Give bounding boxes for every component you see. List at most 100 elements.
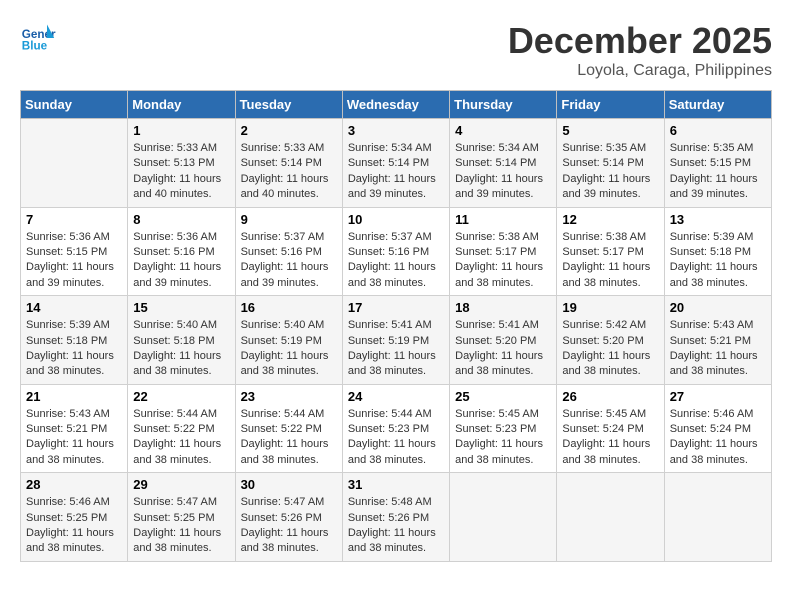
calendar-cell: 31 Sunrise: 5:48 AM Sunset: 5:26 PM Dayli… bbox=[342, 473, 449, 562]
day-info: Sunrise: 5:37 AM Sunset: 5:16 PM Dayligh… bbox=[241, 230, 337, 292]
day-info: Sunrise: 5:38 AM Sunset: 5:17 PM Dayligh… bbox=[455, 230, 551, 292]
weekday-header: Sunday bbox=[21, 91, 128, 119]
weekday-header: Thursday bbox=[450, 91, 557, 119]
day-number: 3 bbox=[348, 123, 444, 138]
calendar-body: 1Sunrise: 5:33 AM Sunset: 5:13 PM Daylig… bbox=[21, 119, 772, 562]
title-area: December 2025 Loyola, Caraga, Philippine… bbox=[508, 20, 772, 80]
calendar-week-row: 14 Sunrise: 5:39 AM Sunset: 5:18 PM Dayli… bbox=[21, 296, 772, 385]
calendar-cell: 25 Sunrise: 5:45 AM Sunset: 5:23 PM Dayli… bbox=[450, 384, 557, 473]
calendar-cell: 3 Sunrise: 5:34 AM Sunset: 5:14 PM Daylig… bbox=[342, 119, 449, 208]
day-number: 2 bbox=[241, 123, 337, 138]
day-number: 14 bbox=[26, 300, 122, 315]
calendar-cell: 17Sunrise: 5:41 AM Sunset: 5:19 PM Dayli… bbox=[342, 296, 449, 385]
weekday-header: Saturday bbox=[664, 91, 771, 119]
day-info: Sunrise: 5:43 AM Sunset: 5:21 PM Dayligh… bbox=[26, 407, 122, 469]
calendar-week-row: 7 Sunrise: 5:36 AM Sunset: 5:15 PM Daylig… bbox=[21, 207, 772, 296]
calendar-cell: 24Sunrise: 5:44 AM Sunset: 5:23 PM Dayli… bbox=[342, 384, 449, 473]
day-number: 29 bbox=[133, 477, 229, 492]
day-number: 30 bbox=[241, 477, 337, 492]
calendar-cell: 19 Sunrise: 5:42 AM Sunset: 5:20 PM Dayli… bbox=[557, 296, 664, 385]
calendar-cell: 4 Sunrise: 5:34 AM Sunset: 5:14 PM Daylig… bbox=[450, 119, 557, 208]
day-number: 11 bbox=[455, 212, 551, 227]
calendar-cell: 21 Sunrise: 5:43 AM Sunset: 5:21 PM Dayli… bbox=[21, 384, 128, 473]
calendar-week-row: 28 Sunrise: 5:46 AM Sunset: 5:25 PM Dayli… bbox=[21, 473, 772, 562]
day-number: 20 bbox=[670, 300, 766, 315]
day-info: Sunrise: 5:39 AM Sunset: 5:18 PM Dayligh… bbox=[26, 318, 122, 380]
day-info: Sunrise: 5:44 AM Sunset: 5:22 PM Dayligh… bbox=[133, 407, 229, 469]
day-info: Sunrise: 5:42 AM Sunset: 5:20 PM Dayligh… bbox=[562, 318, 658, 380]
header: General Blue December 2025 Loyola, Carag… bbox=[20, 20, 772, 80]
calendar-header: SundayMondayTuesdayWednesdayThursdayFrid… bbox=[21, 91, 772, 119]
day-info: Sunrise: 5:45 AM Sunset: 5:24 PM Dayligh… bbox=[562, 407, 658, 469]
day-info: Sunrise: 5:47 AM Sunset: 5:25 PM Dayligh… bbox=[133, 495, 229, 557]
calendar-cell: 14 Sunrise: 5:39 AM Sunset: 5:18 PM Dayli… bbox=[21, 296, 128, 385]
weekday-header: Wednesday bbox=[342, 91, 449, 119]
day-number: 25 bbox=[455, 389, 551, 404]
day-info: Sunrise: 5:44 AM Sunset: 5:23 PM Dayligh… bbox=[348, 407, 444, 469]
day-info: Sunrise: 5:46 AM Sunset: 5:25 PM Dayligh… bbox=[26, 495, 122, 557]
day-info: Sunrise: 5:41 AM Sunset: 5:20 PM Dayligh… bbox=[455, 318, 551, 380]
month-title: December 2025 bbox=[508, 20, 772, 62]
calendar-cell: 8 Sunrise: 5:36 AM Sunset: 5:16 PM Daylig… bbox=[128, 207, 235, 296]
day-info: Sunrise: 5:38 AM Sunset: 5:17 PM Dayligh… bbox=[562, 230, 658, 292]
day-info: Sunrise: 5:39 AM Sunset: 5:18 PM Dayligh… bbox=[670, 230, 766, 292]
day-number: 10 bbox=[348, 212, 444, 227]
day-info: Sunrise: 5:36 AM Sunset: 5:15 PM Dayligh… bbox=[26, 230, 122, 292]
day-number: 16 bbox=[241, 300, 337, 315]
calendar-cell: 27Sunrise: 5:46 AM Sunset: 5:24 PM Dayli… bbox=[664, 384, 771, 473]
day-info: Sunrise: 5:34 AM Sunset: 5:14 PM Dayligh… bbox=[348, 141, 444, 203]
day-number: 13 bbox=[670, 212, 766, 227]
day-number: 6 bbox=[670, 123, 766, 138]
day-number: 4 bbox=[455, 123, 551, 138]
calendar-cell: 29 Sunrise: 5:47 AM Sunset: 5:25 PM Dayli… bbox=[128, 473, 235, 562]
day-info: Sunrise: 5:47 AM Sunset: 5:26 PM Dayligh… bbox=[241, 495, 337, 557]
calendar-cell: 16 Sunrise: 5:40 AM Sunset: 5:19 PM Dayli… bbox=[235, 296, 342, 385]
day-info: Sunrise: 5:35 AM Sunset: 5:15 PM Dayligh… bbox=[670, 141, 766, 203]
day-info: Sunrise: 5:35 AM Sunset: 5:14 PM Dayligh… bbox=[562, 141, 658, 203]
day-info: Sunrise: 5:34 AM Sunset: 5:14 PM Dayligh… bbox=[455, 141, 551, 203]
calendar-cell: 15Sunrise: 5:40 AM Sunset: 5:18 PM Dayli… bbox=[128, 296, 235, 385]
day-info: Sunrise: 5:41 AM Sunset: 5:19 PM Dayligh… bbox=[348, 318, 444, 380]
day-number: 12 bbox=[562, 212, 658, 227]
day-info: Sunrise: 5:45 AM Sunset: 5:23 PM Dayligh… bbox=[455, 407, 551, 469]
calendar-cell: 28 Sunrise: 5:46 AM Sunset: 5:25 PM Dayli… bbox=[21, 473, 128, 562]
calendar-cell: 6 Sunrise: 5:35 AM Sunset: 5:15 PM Daylig… bbox=[664, 119, 771, 208]
calendar-cell: 30 Sunrise: 5:47 AM Sunset: 5:26 PM Dayli… bbox=[235, 473, 342, 562]
day-info: Sunrise: 5:44 AM Sunset: 5:22 PM Dayligh… bbox=[241, 407, 337, 469]
calendar-cell bbox=[21, 119, 128, 208]
calendar-cell: 26 Sunrise: 5:45 AM Sunset: 5:24 PM Dayli… bbox=[557, 384, 664, 473]
day-info: Sunrise: 5:36 AM Sunset: 5:16 PM Dayligh… bbox=[133, 230, 229, 292]
day-info: Sunrise: 5:43 AM Sunset: 5:21 PM Dayligh… bbox=[670, 318, 766, 380]
logo-icon: General Blue bbox=[20, 20, 56, 56]
logo: General Blue bbox=[20, 20, 56, 56]
day-number: 31 bbox=[348, 477, 444, 492]
day-info: Sunrise: 5:40 AM Sunset: 5:18 PM Dayligh… bbox=[133, 318, 229, 380]
calendar-week-row: 1Sunrise: 5:33 AM Sunset: 5:13 PM Daylig… bbox=[21, 119, 772, 208]
calendar-cell: 13 Sunrise: 5:39 AM Sunset: 5:18 PM Dayli… bbox=[664, 207, 771, 296]
day-number: 8 bbox=[133, 212, 229, 227]
calendar-cell: 18Sunrise: 5:41 AM Sunset: 5:20 PM Dayli… bbox=[450, 296, 557, 385]
location: Loyola, Caraga, Philippines bbox=[508, 62, 772, 80]
day-number: 21 bbox=[26, 389, 122, 404]
day-number: 28 bbox=[26, 477, 122, 492]
day-info: Sunrise: 5:33 AM Sunset: 5:13 PM Dayligh… bbox=[133, 141, 229, 203]
day-number: 5 bbox=[562, 123, 658, 138]
day-number: 23 bbox=[241, 389, 337, 404]
day-number: 7 bbox=[26, 212, 122, 227]
calendar-cell: 1Sunrise: 5:33 AM Sunset: 5:13 PM Daylig… bbox=[128, 119, 235, 208]
day-number: 26 bbox=[562, 389, 658, 404]
day-number: 19 bbox=[562, 300, 658, 315]
calendar-cell: 12 Sunrise: 5:38 AM Sunset: 5:17 PM Dayli… bbox=[557, 207, 664, 296]
weekday-header: Monday bbox=[128, 91, 235, 119]
svg-text:Blue: Blue bbox=[22, 40, 48, 53]
weekday-header: Friday bbox=[557, 91, 664, 119]
day-number: 9 bbox=[241, 212, 337, 227]
day-number: 22 bbox=[133, 389, 229, 404]
day-info: Sunrise: 5:46 AM Sunset: 5:24 PM Dayligh… bbox=[670, 407, 766, 469]
day-info: Sunrise: 5:48 AM Sunset: 5:26 PM Dayligh… bbox=[348, 495, 444, 557]
calendar-cell: 5 Sunrise: 5:35 AM Sunset: 5:14 PM Daylig… bbox=[557, 119, 664, 208]
day-info: Sunrise: 5:37 AM Sunset: 5:16 PM Dayligh… bbox=[348, 230, 444, 292]
calendar-cell: 9 Sunrise: 5:37 AM Sunset: 5:16 PM Daylig… bbox=[235, 207, 342, 296]
day-info: Sunrise: 5:40 AM Sunset: 5:19 PM Dayligh… bbox=[241, 318, 337, 380]
day-info: Sunrise: 5:33 AM Sunset: 5:14 PM Dayligh… bbox=[241, 141, 337, 203]
